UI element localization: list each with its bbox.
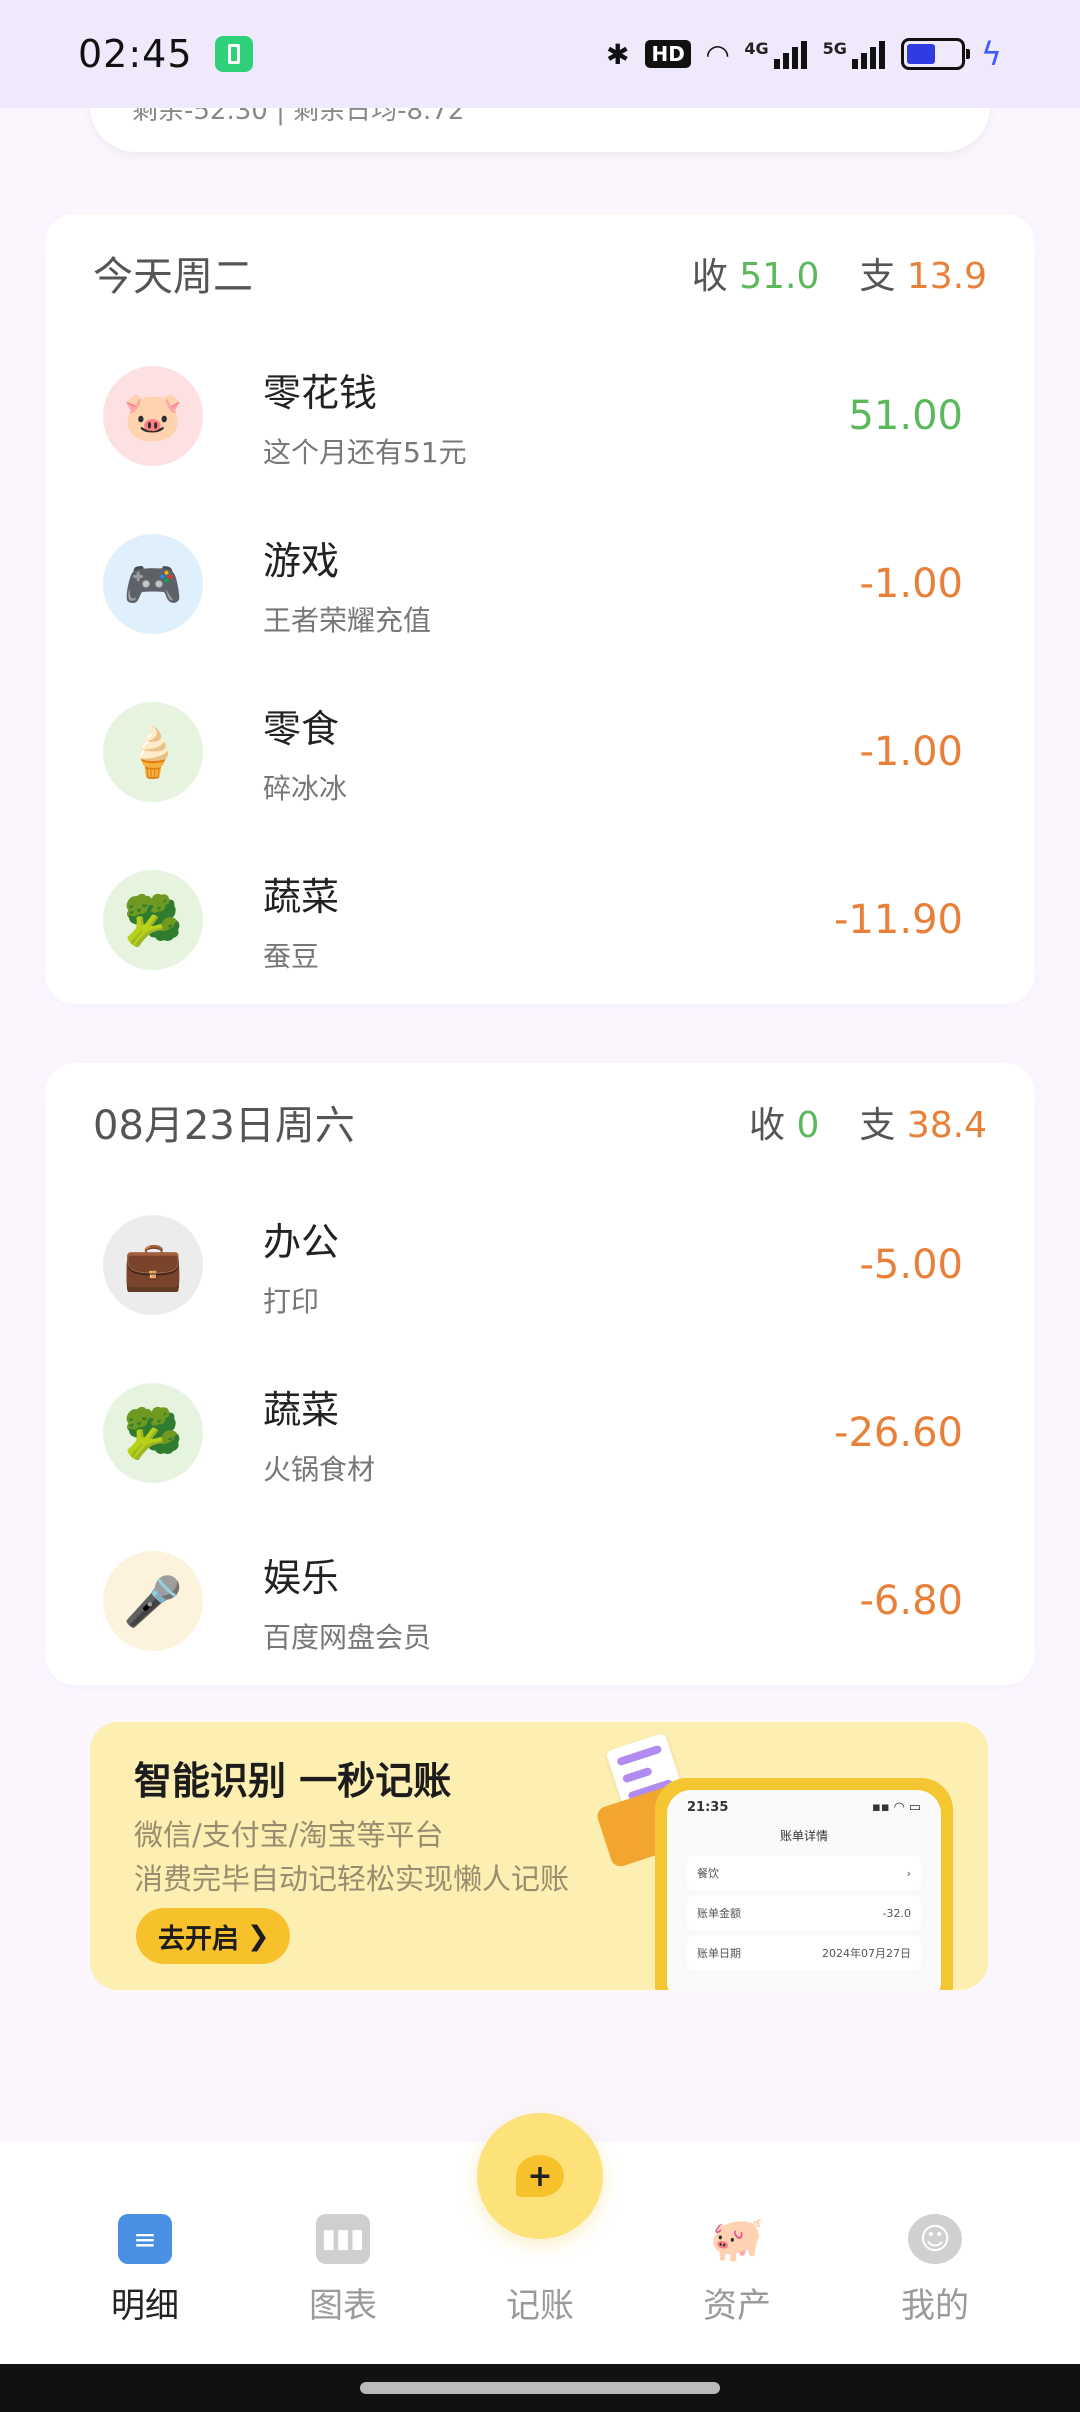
chevron-right-icon: ❯ [247,1920,270,1952]
briefcase-icon: 💼 [103,1215,203,1315]
category-name: 办公 [263,1219,340,1264]
promo-title: 智能识别 一秒记账 [134,1759,452,1803]
transaction-row[interactable]: 🍦 零食碎冰冰 -1.00 [45,668,1035,836]
transaction-list: 💼 办公打印 -5.00 🥦 蔬菜火锅食材 -26.60 🎤 娱乐百度网盘会员 -6.80 [45,1181,1035,1685]
piggy-bank-icon: 🐷 [103,366,203,466]
transaction-note: 百度网盘会员 [263,1620,432,1654]
transaction-row[interactable]: 🥦 蔬菜火锅食材 -26.60 [45,1349,1035,1517]
category-name: 娱乐 [263,1555,340,1600]
notes-icon: ≡ [118,2214,172,2264]
transaction-note: 打印 [263,1284,320,1318]
transaction-amount: 51.00 [848,393,963,439]
transaction-amount: -1.00 [859,561,964,607]
transaction-text: 零食 碎冰冰 [263,698,347,807]
chart-icon: ▮▮▮ [316,2214,370,2264]
category-name: 蔬菜 [263,874,340,919]
status-time: 02:45 [78,32,193,76]
ice-cream-icon: 🍦 [103,702,203,802]
transaction-text: 游戏 王者荣耀充值 [263,530,431,639]
transaction-row[interactable]: 🐷 零花钱这个月还有51元 51.00 [45,332,1035,500]
day-group-0823: 08月23日周六 收 0 支 38.4 💼 办公打印 -5.00 🥦 蔬菜火锅食材 -26… [45,1063,1035,1685]
day-income: 收 0 [749,1105,820,1146]
transaction-text: 蔬菜 蚕豆 [263,866,339,975]
plus-icon: + [516,2155,564,2197]
transaction-amount: -1.00 [859,729,964,775]
day-title: 今天周二 [93,254,253,300]
battery-saver-icon [214,36,253,72]
tab-details[interactable]: ≡ 明细 [75,2214,215,2327]
transaction-amount: -5.00 [859,1242,964,1288]
promo-line-1: 微信/支付宝/淘宝等平台 [134,1818,444,1852]
transaction-row[interactable]: 🎤 娱乐百度网盘会员 -6.80 [45,1517,1035,1685]
charging-icon: ϟ [980,35,1002,73]
status-icons: ✱ HD ◠ 4G 5G ϟ [606,35,1002,73]
day-summary: 收 51.0 支 13.9 [692,247,987,299]
day-expense: 支 38.4 [859,1105,987,1146]
microphone-icon: 🎤 [103,1551,203,1651]
transaction-text: 零花钱这个月还有51元 [263,362,467,471]
category-name: 零食 [263,706,340,751]
transaction-text: 办公 打印 [263,1211,339,1320]
hd-icon: HD [645,40,691,68]
bluetooth-icon: ✱ [606,37,630,71]
category-name: 蔬菜 [263,1387,340,1432]
phone-illustration: 21:35 ▪▪ ◠ ▭ 账单详情 餐饮 › 账单金额 -32.0 账单日期 2024年… [655,1778,953,1990]
add-record-button[interactable]: + [477,2113,603,2239]
home-gesture-bar[interactable] [360,2382,720,2394]
signal-5g-icon: 5G [823,39,885,69]
transaction-row[interactable]: 💼 办公打印 -5.00 [45,1181,1035,1349]
day-header: 今天周二 收 51.0 支 13.9 [45,214,1035,332]
transaction-note: 这个月还有51元 [263,435,467,469]
day-expense: 支 13.9 [859,256,987,297]
transaction-text: 蔬菜 火锅食材 [263,1379,375,1488]
broccoli-icon: 🥦 [103,870,203,970]
transaction-note: 火锅食材 [263,1452,376,1486]
broccoli-icon: 🥦 [103,1383,203,1483]
transaction-text: 娱乐 百度网盘会员 [263,1547,431,1656]
auto-record-promo-banner[interactable]: 智能识别 一秒记账 微信/支付宝/淘宝等平台 消费完毕自动记轻松实现懒人记账 去… [90,1722,988,1990]
category-name: 游戏 [263,538,340,583]
wifi-icon: ◠ [706,37,729,71]
tab-assets[interactable]: 🐖 资产 [667,2214,807,2327]
transaction-note: 王者荣耀充值 [263,603,432,637]
system-navigation-bar [0,2364,1080,2412]
day-group-today: 今天周二 收 51.0 支 13.9 🐷 零花钱这个月还有51元 51.00 🎮 游戏王… [45,214,1035,1004]
transaction-amount: -6.80 [859,1578,964,1624]
enable-button[interactable]: 去开启 ❯ [136,1908,290,1964]
transaction-row[interactable]: 🥦 蔬菜蚕豆 -11.90 [45,836,1035,1004]
day-summary: 收 0 支 38.4 [749,1096,987,1148]
day-title: 08月23日周六 [93,1103,355,1149]
day-income: 收 51.0 [691,256,820,297]
status-bar: 02:45 ✱ HD ◠ 4G 5G ϟ [0,0,1080,108]
tab-charts[interactable]: ▮▮▮ 图表 [273,2214,413,2327]
profile-icon: ☺ [908,2214,962,2264]
gamepad-icon: 🎮 [103,534,203,634]
signal-4g-icon: 4G [744,39,807,69]
transaction-note: 蚕豆 [263,939,320,973]
day-header: 08月23日周六 收 0 支 38.4 [45,1063,1035,1181]
tab-mine[interactable]: ☺ 我的 [865,2214,1005,2327]
transaction-amount: -11.90 [834,897,963,943]
transaction-row[interactable]: 🎮 游戏王者荣耀充值 -1.00 [45,500,1035,668]
transaction-list: 🐷 零花钱这个月还有51元 51.00 🎮 游戏王者荣耀充值 -1.00 🍦 零食碎冰冰 -1.… [45,332,1035,1004]
promo-line-2: 消费完毕自动记轻松实现懒人记账 [134,1862,570,1896]
transaction-note: 碎冰冰 [263,771,348,805]
piggy-icon: 🐖 [709,2214,765,2265]
category-name: 零花钱 [263,370,378,415]
transaction-amount: -26.60 [834,1410,963,1456]
battery-icon [900,38,970,70]
